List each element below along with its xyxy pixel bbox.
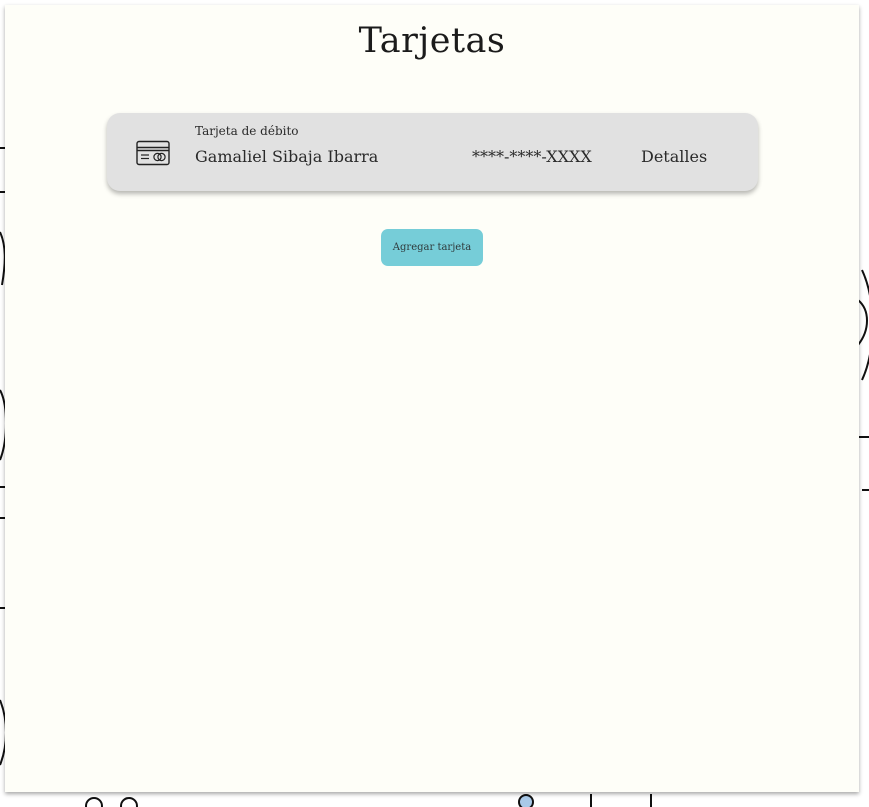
card-holder-name: Gamaliel Sibaja Ibarra	[195, 147, 379, 166]
add-card-button[interactable]: Agregar tarjeta	[381, 229, 483, 266]
card-type-label: Tarjeta de débito	[195, 124, 299, 138]
card-number-masked: ****-****-XXXX	[472, 147, 592, 166]
credit-card-icon	[136, 140, 170, 166]
main-panel: Tarjetas Tarjeta de débito Gamaliel Siba…	[5, 5, 859, 792]
card-details-link[interactable]: Detalles	[641, 147, 707, 166]
app-window: Tarjetas Tarjeta de débito Gamaliel Siba…	[0, 0, 869, 807]
card-list-item[interactable]: Tarjeta de débito Gamaliel Sibaja Ibarra…	[107, 113, 758, 191]
page-title: Tarjetas	[358, 21, 506, 61]
